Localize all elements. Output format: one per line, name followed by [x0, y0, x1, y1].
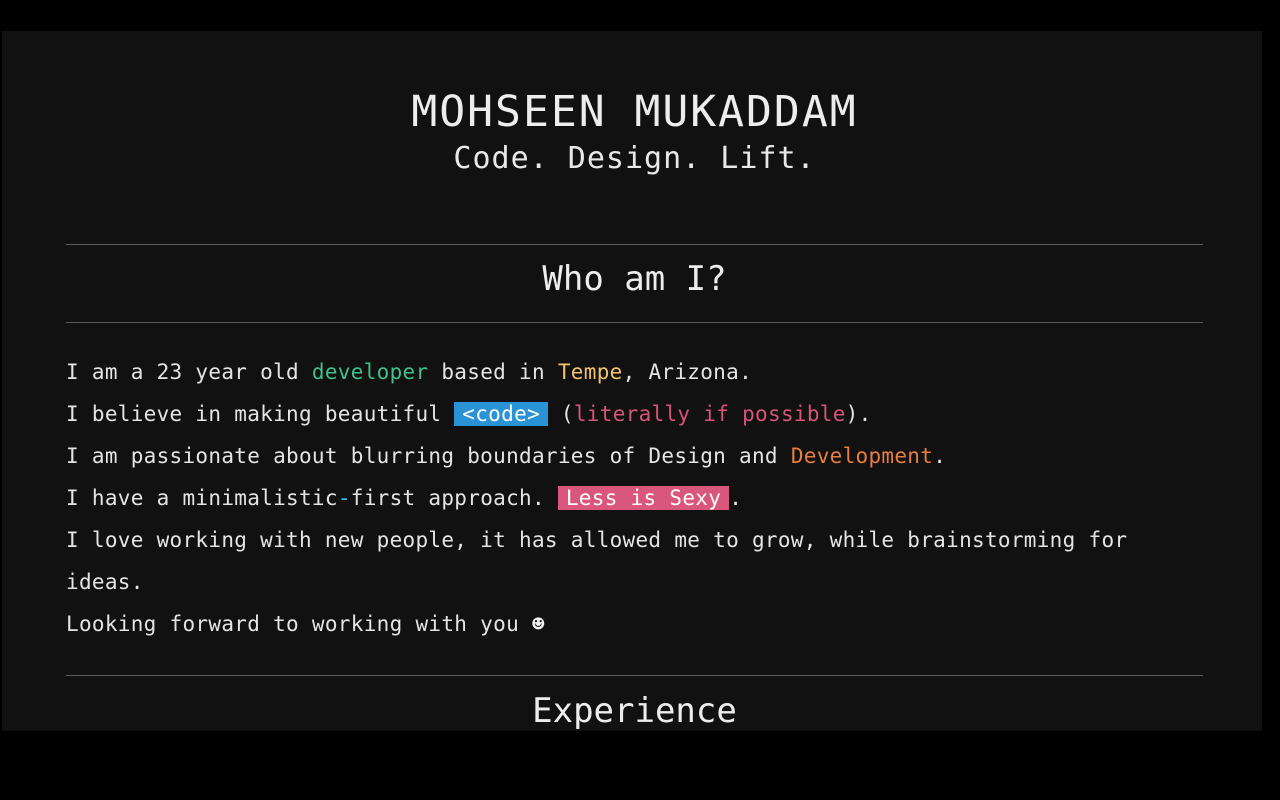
about-text: I am a 23 year old developer based in Te…	[66, 351, 1203, 645]
city-highlight: Tempe	[557, 360, 623, 384]
about-line-code: I believe in making beautiful <code> (li…	[66, 393, 1203, 435]
about-line-age: I am a 23 year old developer based in Te…	[66, 351, 1203, 393]
text: , Arizona.	[622, 360, 753, 384]
site-title: MOHSEEN MUKADDAM	[411, 87, 858, 137]
developer-highlight: developer	[311, 360, 429, 384]
text: (	[547, 402, 574, 426]
about-line-closing: Looking forward to working with you ☻	[66, 603, 1203, 645]
text: .	[729, 486, 743, 510]
text: first approach.	[350, 486, 558, 510]
less-is-sexy-badge: Less is Sexy	[557, 486, 730, 510]
divider	[66, 675, 1203, 676]
about-line-approach: I have a minimalistic-first approach. Le…	[66, 477, 1203, 519]
about-section-title: Who am I?	[542, 259, 727, 299]
dash-highlight: -	[337, 486, 351, 510]
about-line-people: I love working with new people, it has a…	[66, 528, 1128, 594]
tagline: Code. Design. Lift.	[453, 141, 816, 176]
about-line-passion: I am passionate about blurring boundarie…	[66, 435, 1203, 477]
text: .	[933, 444, 947, 468]
text: Looking forward to working with you	[66, 612, 532, 636]
text: based in	[428, 360, 558, 384]
divider	[66, 322, 1203, 323]
text: I believe in making beautiful	[66, 402, 455, 426]
text: I have a minimalistic	[66, 486, 338, 510]
development-highlight: Development	[790, 444, 934, 468]
divider	[66, 244, 1203, 245]
text: ).	[845, 402, 872, 426]
experience-section-title: Experience	[532, 691, 737, 731]
literally-highlight: literally if possible	[573, 402, 846, 426]
code-badge: <code>	[454, 402, 548, 426]
text: I am passionate about blurring boundarie…	[66, 444, 791, 468]
page-viewport: MOHSEEN MUKADDAM Code. Design. Lift. Who…	[2, 31, 1262, 731]
smiley-icon: ☻	[531, 612, 545, 636]
text: I am a 23 year old	[66, 360, 312, 384]
